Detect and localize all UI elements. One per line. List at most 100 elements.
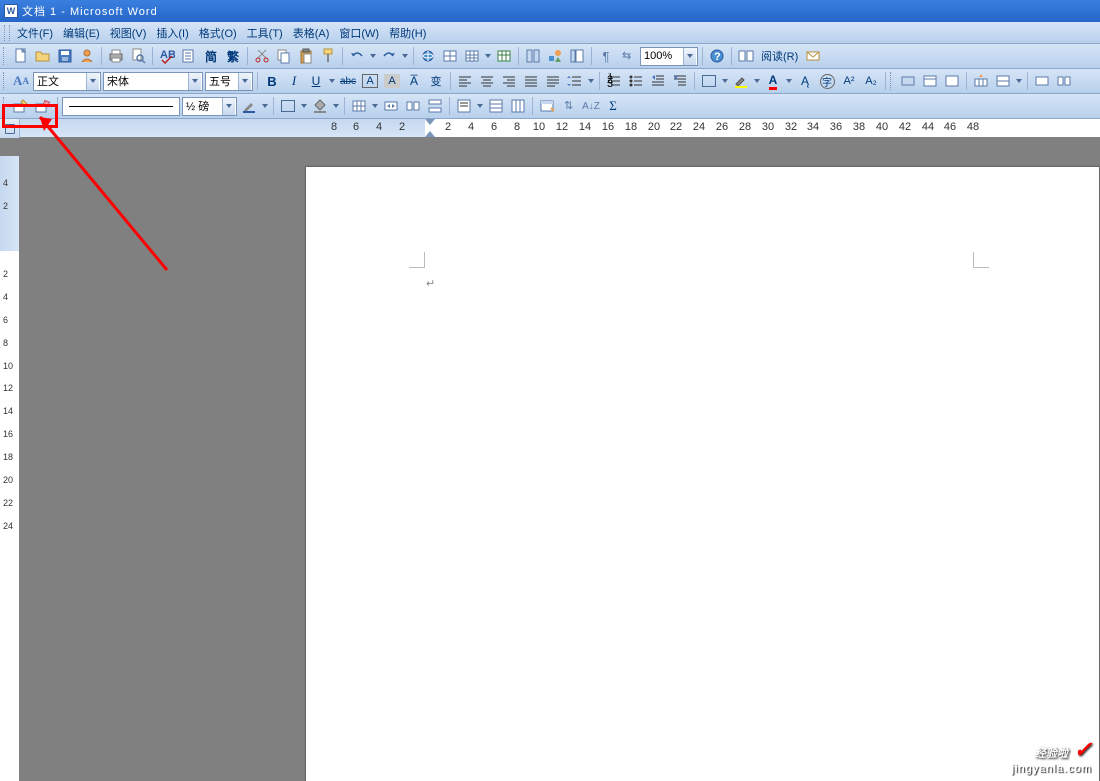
help-button[interactable]: ? [706,46,728,67]
border-box-button[interactable]: A [359,71,381,92]
fontcolor-dropdown[interactable] [784,71,794,92]
menu-format[interactable]: 格式(O) [194,23,242,43]
paste-button[interactable] [295,46,317,67]
menu-insert[interactable]: 插入(I) [151,23,193,43]
autoformat-table-button[interactable] [536,96,558,117]
subscript-button[interactable]: A₂ [860,71,882,92]
redo-dropdown[interactable] [400,46,410,67]
split-cells-button[interactable] [1053,71,1075,92]
insert-table-button[interactable] [461,46,483,67]
text-direction-button[interactable]: ⇆ [617,46,639,67]
grip-icon[interactable] [3,72,9,90]
traditional-button[interactable]: 繁 [222,46,244,67]
menu-help[interactable]: 帮助(H) [384,23,431,43]
research-button[interactable] [178,46,200,67]
insert-table-button2[interactable] [348,96,370,117]
line-weight-combo[interactable]: ½ 磅 [182,97,237,116]
merge-button[interactable] [380,96,402,117]
permission-button[interactable] [76,46,98,67]
align-right-button[interactable] [498,71,520,92]
insert-rows-button[interactable] [970,71,992,92]
underline-dropdown[interactable] [327,71,337,92]
undo-button[interactable] [346,46,368,67]
phonetic-button[interactable]: 变 [425,71,447,92]
menu-tools[interactable]: 工具(T) [242,23,288,43]
cut-button[interactable] [251,46,273,67]
split-button[interactable] [402,96,424,117]
decrease-indent-button[interactable] [647,71,669,92]
increase-indent-button[interactable] [669,71,691,92]
text-direction-button[interactable]: ⇅ [558,96,580,117]
vertical-ruler[interactable]: 4224681012141618202224 [0,156,20,781]
grip-icon[interactable] [3,47,9,65]
border-button[interactable] [698,71,720,92]
styles-pane-button[interactable]: AA [10,71,32,92]
redo-button[interactable] [378,46,400,67]
split-table-button[interactable] [424,96,446,117]
show-marks-button[interactable]: ¶ [595,46,617,67]
draw-table-button[interactable] [10,96,32,117]
menu-edit[interactable]: 编辑(E) [58,23,105,43]
borders-dropdown[interactable] [299,96,309,117]
indent-left-marker[interactable] [425,131,435,137]
rows-dropdown[interactable] [1014,71,1024,92]
ruler-corner[interactable] [0,119,20,138]
table-dropdown[interactable] [483,46,493,67]
tables-borders-button[interactable] [439,46,461,67]
simplified-button[interactable]: 简 [200,46,222,67]
docmap-button[interactable] [566,46,588,67]
ruler-horizontal[interactable]: 8642246810121416182022242628303234363840… [20,119,1100,137]
showhide-button[interactable] [941,71,963,92]
circle-char-button[interactable]: 字 [816,71,838,92]
highlight-button[interactable] [730,71,752,92]
align-center-button[interactable] [476,71,498,92]
new-doc-button[interactable] [10,46,32,67]
distribute-cols-button[interactable] [507,96,529,117]
undo-dropdown[interactable] [368,46,378,67]
menu-file[interactable]: 文件(F) [12,23,58,43]
hyperlink-button[interactable] [417,46,439,67]
strikethrough-button[interactable]: abc [337,71,359,92]
columns-button[interactable] [522,46,544,67]
bullets-button[interactable] [625,71,647,92]
indent-first-line-marker[interactable] [425,119,435,125]
spellcheck-button[interactable]: AB [156,46,178,67]
align-justify-button[interactable] [520,71,542,92]
save-button[interactable] [54,46,76,67]
numbering-button[interactable]: 123 [603,71,625,92]
grip-icon[interactable] [3,97,9,115]
autosum-button[interactable]: Σ [602,96,624,117]
size-combo[interactable]: 五号 [205,72,253,91]
menu-view[interactable]: 视图(V) [105,23,152,43]
autoformat-button[interactable] [919,71,941,92]
print-preview-button[interactable] [127,46,149,67]
align-cell-button[interactable] [453,96,475,117]
insert-excel-button[interactable] [493,46,515,67]
line-style-combo[interactable] [62,97,180,116]
dropdown-icon[interactable] [86,73,99,90]
dropdown-icon[interactable] [188,73,201,90]
horizontal-ruler[interactable]: 8642246810121416182022242628303234363840… [0,119,1100,138]
format-painter-button[interactable] [317,46,339,67]
grip-icon[interactable] [890,72,896,90]
style-combo[interactable]: 正文 [33,72,101,91]
shading-button[interactable] [309,96,331,117]
pen-color-button[interactable] [238,96,260,117]
eraser-button[interactable] [32,96,54,117]
line-spacing-button[interactable] [564,71,586,92]
borders-button[interactable] [277,96,299,117]
superscript-button[interactable]: A² [838,71,860,92]
reading-layout-button[interactable] [735,46,757,67]
dropdown-icon[interactable] [222,98,235,115]
open-button[interactable] [32,46,54,67]
font-combo[interactable]: 宋体 [103,72,203,91]
inserttable-dropdown[interactable] [370,96,380,117]
pencolor-dropdown[interactable] [260,96,270,117]
menu-table[interactable]: 表格(A) [288,23,335,43]
print-button[interactable] [105,46,127,67]
autotext-button[interactable] [897,71,919,92]
aligncell-dropdown[interactable] [475,96,485,117]
align-distribute-button[interactable] [542,71,564,92]
char-shading-button[interactable]: A [381,71,403,92]
grip-icon[interactable] [4,25,10,41]
